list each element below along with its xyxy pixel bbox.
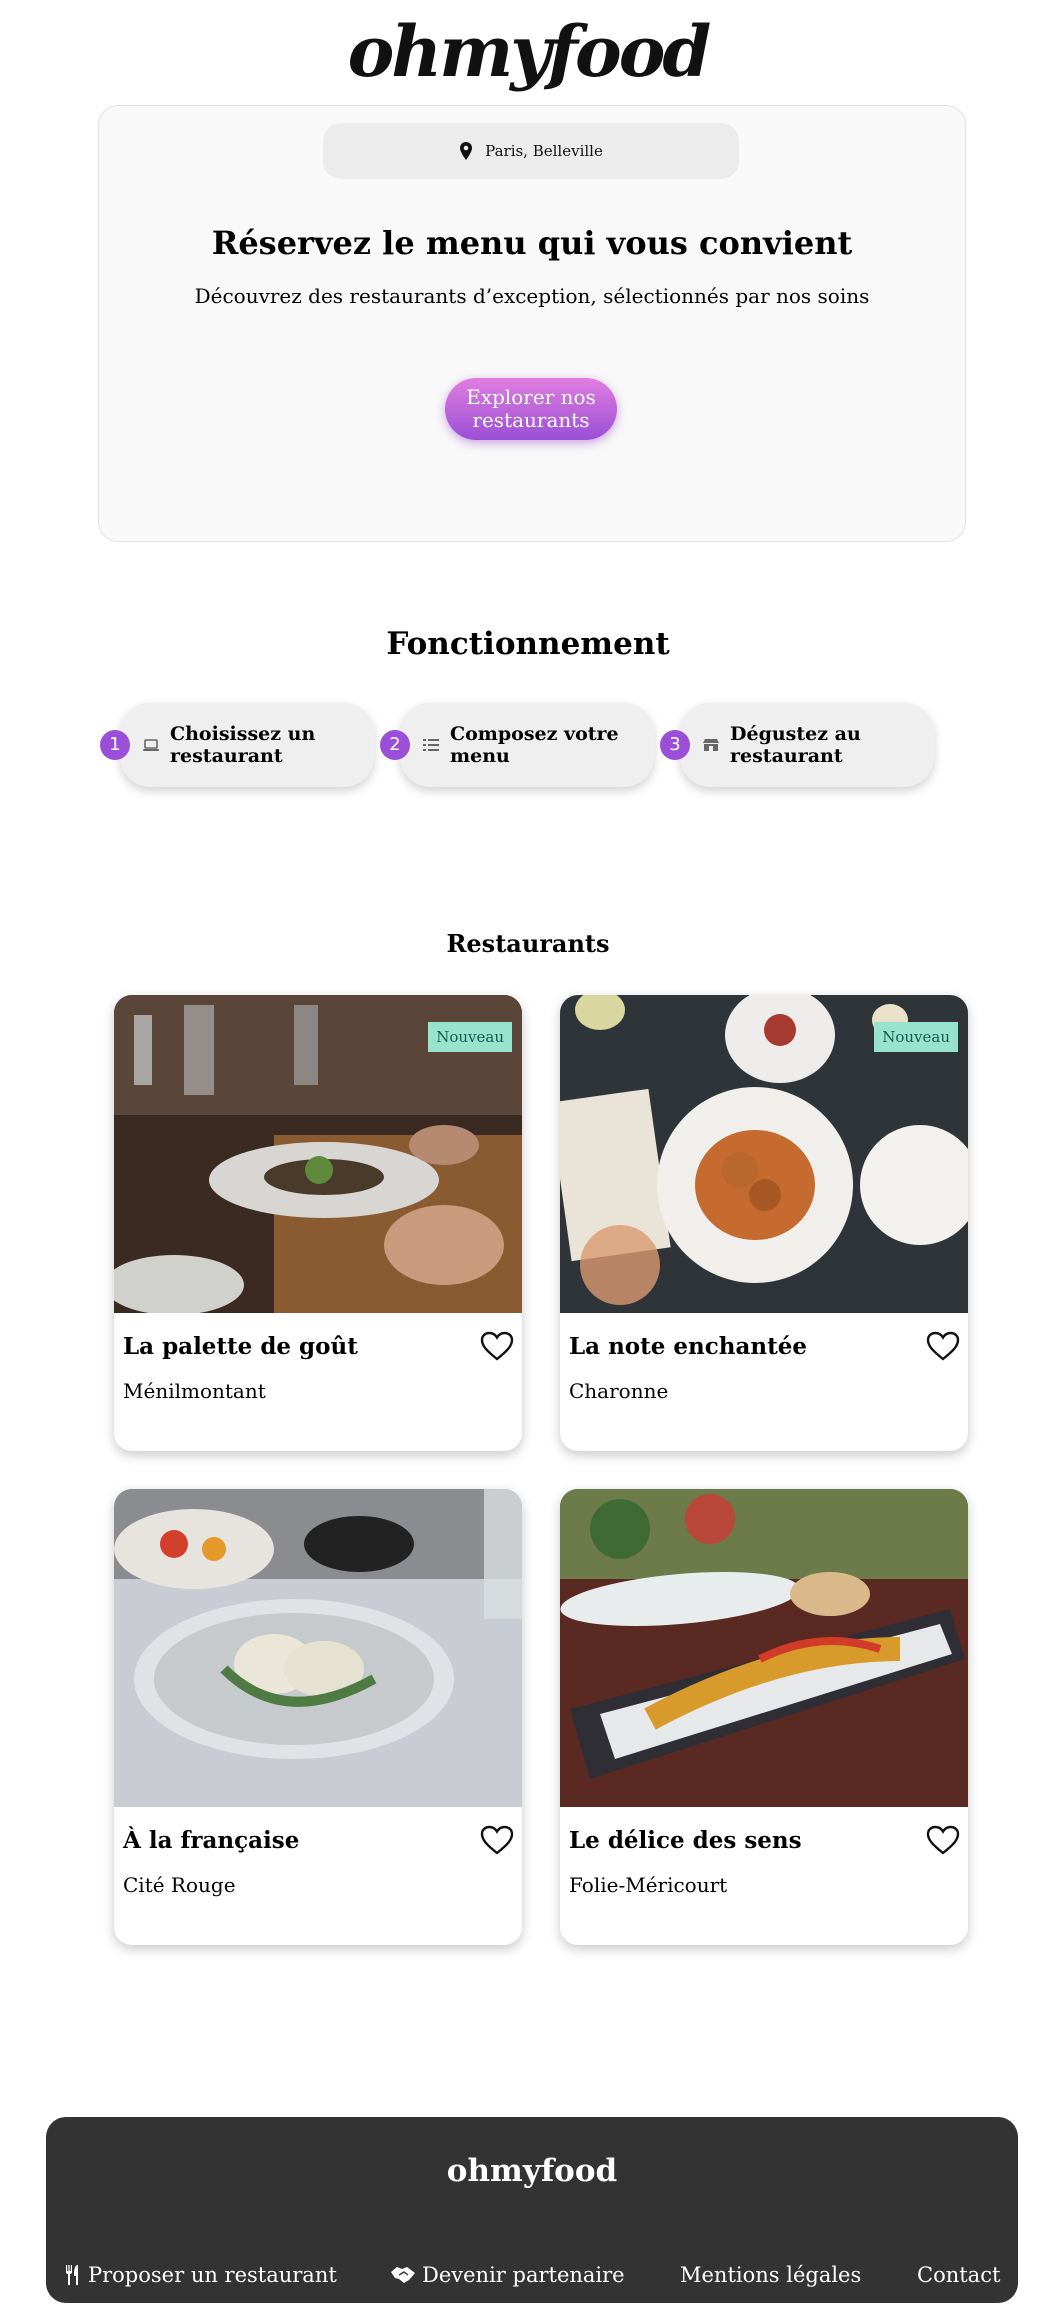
site-logo[interactable]: ohmyfood — [0, 12, 1056, 92]
step-label: Composez votre menu — [450, 723, 619, 767]
restaurant-name: La palette de goût — [123, 1333, 358, 1360]
new-badge: Nouveau — [428, 1022, 512, 1052]
list-icon — [423, 739, 439, 751]
footer-logo[interactable]: ohmyfood — [46, 2153, 1018, 2189]
step-label: Dégustez au restaurant — [730, 723, 861, 767]
step-number: 1 — [100, 730, 130, 760]
favorite-heart-icon[interactable] — [480, 1825, 514, 1855]
restaurants-title: Restaurants — [446, 929, 610, 958]
restaurant-area: Folie-Méricourt — [569, 1873, 728, 1897]
site-footer: ohmyfood Proposer un restaurant Devenir … — [46, 2117, 1018, 2303]
footer-link-contact[interactable]: Contact — [917, 2263, 1000, 2287]
how-it-works-title: Fonctionnement — [386, 626, 670, 662]
step-2: 2 Composez votre menu — [380, 703, 654, 787]
restaurant-area: Ménilmontant — [123, 1379, 266, 1403]
footer-link-label: Contact — [917, 2263, 1001, 2287]
restaurant-card[interactable]: Nouveau La palette de goût Ménilmontant — [114, 995, 522, 1451]
location-pin-icon — [460, 142, 473, 160]
how-it-works-steps: 1 Choisissez un restaurant 2 Composez vo… — [100, 703, 960, 793]
location-text: Paris, Belleville — [485, 142, 603, 160]
restaurant-name: La note enchantée — [569, 1333, 808, 1360]
footer-link-label: Proposer un restaurant — [88, 2263, 337, 2287]
restaurant-photo — [114, 1489, 522, 1807]
restaurant-area: Charonne — [569, 1379, 669, 1403]
footer-link-propose-restaurant[interactable]: Proposer un restaurant — [64, 2263, 337, 2287]
handshake-icon — [391, 2267, 415, 2283]
hero-title: Réservez le menu qui vous convient — [211, 224, 853, 262]
footer-link-legal[interactable]: Mentions légales — [680, 2263, 861, 2287]
step-number: 2 — [380, 730, 410, 760]
restaurant-photo — [560, 1489, 968, 1807]
favorite-heart-icon[interactable] — [926, 1825, 960, 1855]
store-icon — [703, 739, 719, 751]
favorite-heart-icon[interactable] — [480, 1331, 514, 1361]
restaurant-card[interactable]: Le délice des sens Folie-Méricourt — [560, 1489, 968, 1945]
step-card: Choisissez un restaurant — [120, 703, 374, 787]
laptop-icon — [143, 739, 159, 751]
step-card: Dégustez au restaurant — [680, 703, 934, 787]
hero-section: Paris, Belleville Réservez le menu qui v… — [98, 105, 966, 542]
new-badge: Nouveau — [874, 1022, 958, 1052]
restaurant-card[interactable]: Nouveau La note enchantée Charonne — [560, 995, 968, 1451]
utensils-icon — [66, 2265, 78, 2285]
favorite-heart-icon[interactable] — [926, 1331, 960, 1361]
footer-link-label: Mentions légales — [680, 2263, 862, 2287]
step-1: 1 Choisissez un restaurant — [100, 703, 374, 787]
footer-link-become-partner[interactable]: Devenir partenaire — [390, 2263, 625, 2287]
restaurant-name: À la française — [123, 1827, 300, 1854]
footer-link-label: Devenir partenaire — [422, 2263, 625, 2287]
step-3: 3 Dégustez au restaurant — [660, 703, 934, 787]
step-number: 3 — [660, 730, 690, 760]
restaurant-name: Le délice des sens — [569, 1827, 802, 1854]
location-bar[interactable]: Paris, Belleville — [323, 123, 739, 179]
explore-restaurants-button[interactable]: Explorer nos restaurants — [445, 378, 617, 440]
restaurant-area: Cité Rouge — [123, 1873, 236, 1897]
step-card: Composez votre menu — [400, 703, 654, 787]
hero-subtitle: Découvrez des restaurants d’exception, s… — [194, 284, 870, 308]
step-label: Choisissez un restaurant — [170, 723, 316, 767]
restaurant-card[interactable]: À la française Cité Rouge — [114, 1489, 522, 1945]
